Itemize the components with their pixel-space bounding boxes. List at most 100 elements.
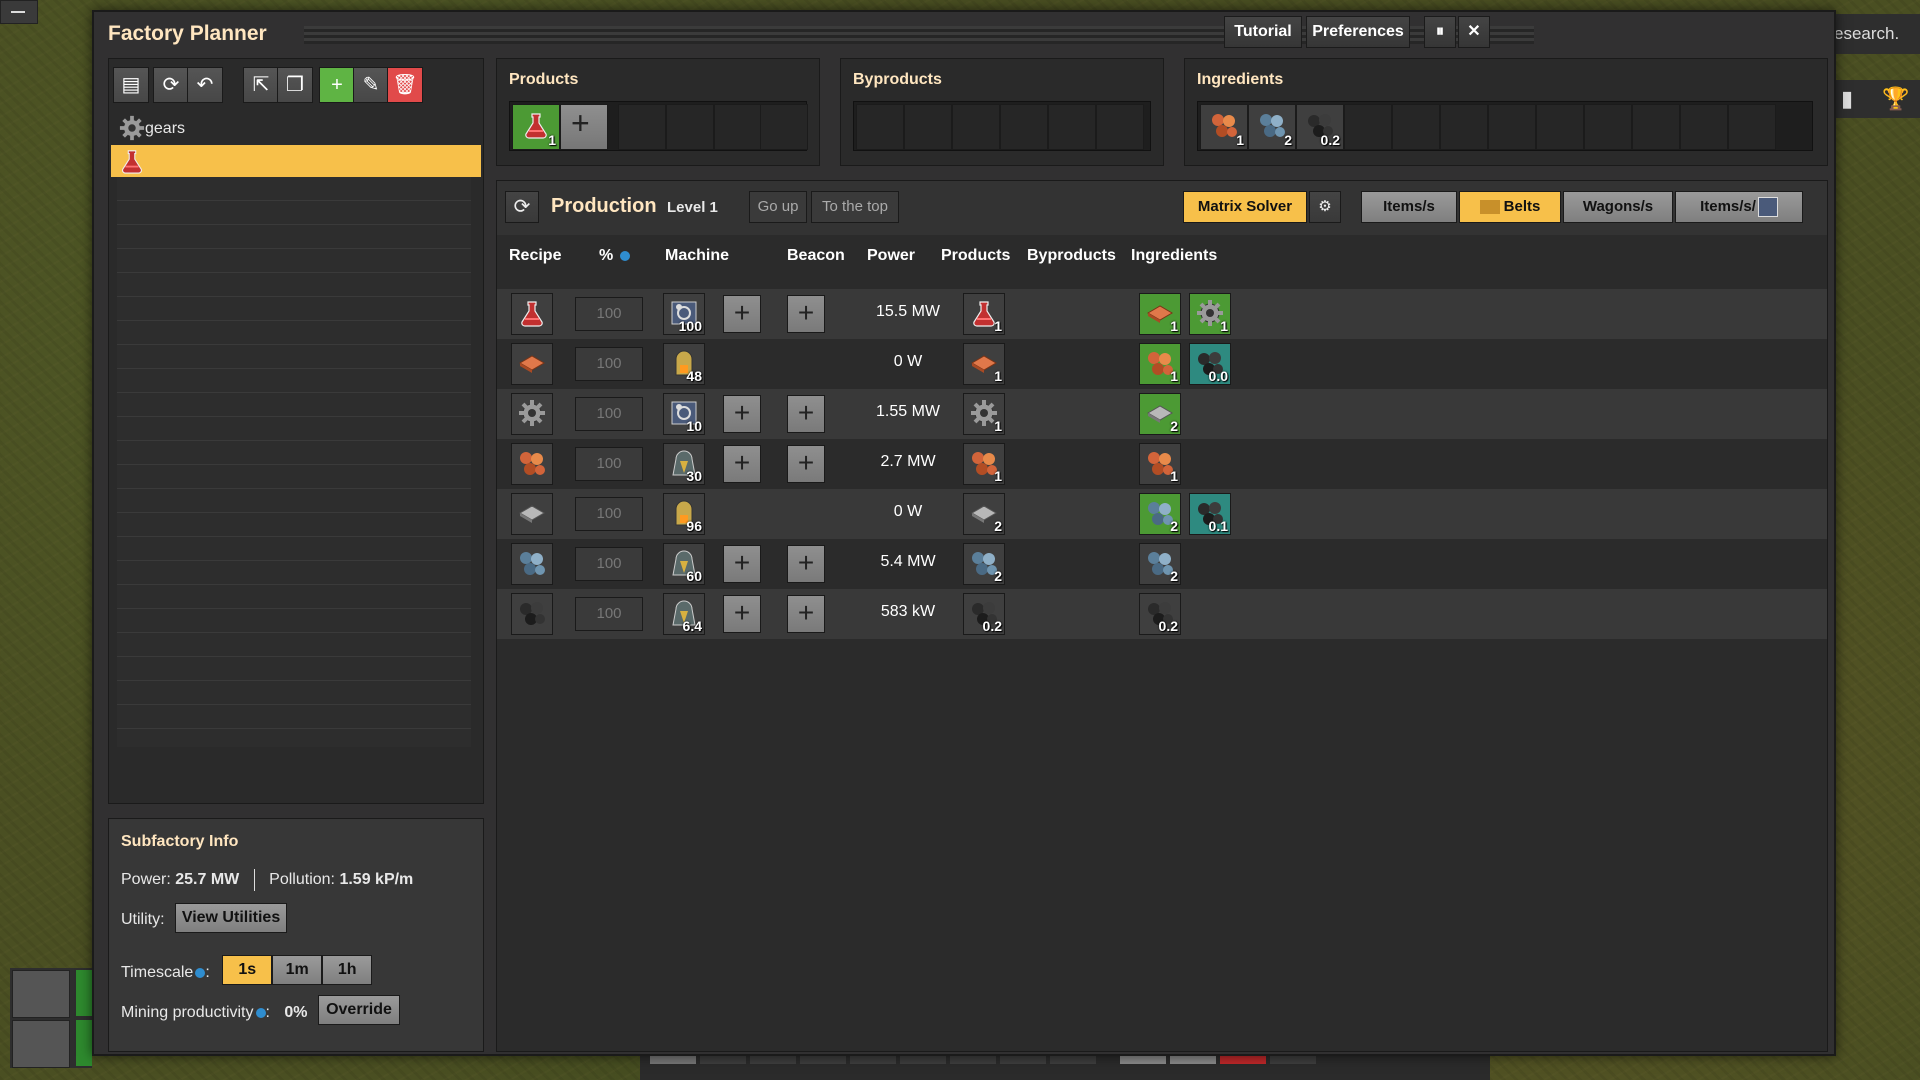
timescale-1s[interactable]: 1s bbox=[222, 955, 273, 985]
hotbar-slot[interactable] bbox=[950, 1056, 996, 1064]
add-module-button[interactable]: + bbox=[723, 595, 761, 633]
percent-input[interactable]: 100 bbox=[575, 347, 643, 381]
recipe-button[interactable] bbox=[511, 293, 553, 335]
ingredient-cell[interactable]: 0.2 bbox=[1139, 593, 1181, 635]
edit-icon[interactable]: ✎ bbox=[353, 67, 389, 103]
refresh-icon[interactable]: ⟳ bbox=[505, 191, 539, 223]
ingredient-cell[interactable]: 2 bbox=[1139, 393, 1181, 435]
machine-button[interactable]: 60 bbox=[663, 543, 705, 585]
hotbar-slot[interactable] bbox=[850, 1056, 896, 1064]
ingredient-cell[interactable]: 0.1 bbox=[1189, 493, 1231, 535]
product-slot[interactable]: 1 bbox=[512, 104, 560, 150]
machine-button[interactable]: 100 bbox=[663, 293, 705, 335]
delete-icon[interactable]: 🗑 bbox=[387, 67, 423, 103]
ingredient-cell[interactable]: 1 bbox=[1139, 343, 1181, 385]
product-cell[interactable]: 2 bbox=[963, 493, 1005, 535]
hotbar-slot[interactable] bbox=[1050, 1056, 1096, 1064]
percent-input[interactable]: 100 bbox=[575, 397, 643, 431]
matrix-solver-button[interactable]: Matrix Solver bbox=[1183, 191, 1307, 223]
machine-button[interactable]: 96 bbox=[663, 493, 705, 535]
product-cell[interactable]: 1 bbox=[963, 343, 1005, 385]
pause-button[interactable]: ⏸ bbox=[1424, 16, 1456, 48]
recipe-button[interactable] bbox=[511, 443, 553, 485]
info-icon[interactable] bbox=[255, 1007, 266, 1018]
product-cell[interactable]: 1 bbox=[963, 443, 1005, 485]
hotbar-slot[interactable] bbox=[1270, 1056, 1316, 1064]
override-button[interactable]: Override bbox=[317, 995, 400, 1025]
add-beacon-button[interactable]: + bbox=[787, 445, 825, 483]
hotbar-slot[interactable] bbox=[1220, 1056, 1266, 1064]
add-product-button[interactable]: + bbox=[560, 104, 608, 150]
percent-input[interactable]: 100 bbox=[575, 497, 643, 531]
view-items-per-machine-button[interactable]: Items/s/ bbox=[1675, 191, 1803, 223]
timescale-1h[interactable]: 1h bbox=[322, 955, 373, 985]
machine-button[interactable]: 48 bbox=[663, 343, 705, 385]
info-icon[interactable] bbox=[195, 967, 206, 978]
ingredient-slot[interactable]: 1 bbox=[1200, 104, 1248, 150]
add-module-button[interactable]: + bbox=[723, 395, 761, 433]
hotbar-slot[interactable] bbox=[1000, 1056, 1046, 1064]
device-icon[interactable]: ▮ bbox=[1834, 86, 1860, 112]
to-top-button[interactable]: To the top bbox=[811, 191, 899, 223]
timescale-1m[interactable]: 1m bbox=[272, 955, 323, 985]
tutorial-button[interactable]: Tutorial bbox=[1224, 16, 1302, 48]
armor-slot[interactable] bbox=[12, 1020, 70, 1068]
add-module-button[interactable]: + bbox=[723, 295, 761, 333]
window-titlebar[interactable]: Factory Planner Tutorial Preferences ⏸ ✕ bbox=[94, 12, 1834, 56]
trophy-icon[interactable]: 🏆 bbox=[1882, 86, 1909, 112]
solver-settings-icon[interactable]: ⚙ bbox=[1309, 191, 1341, 223]
recipe-button[interactable] bbox=[511, 393, 553, 435]
view-wagons-button[interactable]: Wagons/s bbox=[1563, 191, 1673, 223]
add-icon[interactable]: + bbox=[319, 67, 355, 103]
product-cell[interactable]: 0.2 bbox=[963, 593, 1005, 635]
machine-button[interactable]: 10 bbox=[663, 393, 705, 435]
product-cell[interactable]: 1 bbox=[963, 293, 1005, 335]
character-slot[interactable] bbox=[12, 970, 70, 1018]
add-module-button[interactable]: + bbox=[723, 545, 761, 583]
archive-icon[interactable]: ▤ bbox=[113, 67, 149, 103]
product-cell[interactable]: 1 bbox=[963, 393, 1005, 435]
ingredient-cell[interactable]: 0.0 bbox=[1189, 343, 1231, 385]
preferences-button[interactable]: Preferences bbox=[1306, 16, 1410, 48]
product-cell[interactable]: 2 bbox=[963, 543, 1005, 585]
add-beacon-button[interactable]: + bbox=[787, 595, 825, 633]
ingredient-slot[interactable]: 2 bbox=[1248, 104, 1296, 150]
research-panel[interactable]: esearch. bbox=[1830, 14, 1920, 54]
ingredient-cell[interactable]: 1 bbox=[1139, 443, 1181, 485]
info-icon[interactable] bbox=[619, 250, 630, 261]
go-up-button[interactable]: Go up bbox=[749, 191, 807, 223]
undo-icon[interactable]: ↶ bbox=[187, 67, 223, 103]
subfactory-item-gears[interactable]: gears bbox=[111, 113, 481, 145]
hotbar-slot[interactable] bbox=[900, 1056, 946, 1064]
recipe-button[interactable] bbox=[511, 593, 553, 635]
hotbar-slot[interactable] bbox=[750, 1056, 796, 1064]
view-belts-button[interactable]: Belts bbox=[1459, 191, 1561, 223]
ingredient-cell[interactable]: 1 bbox=[1189, 293, 1231, 335]
percent-input[interactable]: 100 bbox=[575, 547, 643, 581]
recipe-button[interactable] bbox=[511, 343, 553, 385]
recipe-button[interactable] bbox=[511, 493, 553, 535]
hotbar-slot[interactable] bbox=[800, 1056, 846, 1064]
percent-input[interactable]: 100 bbox=[575, 597, 643, 631]
export-icon[interactable]: ⇱ bbox=[243, 67, 279, 103]
hotbar-slot[interactable] bbox=[1120, 1056, 1166, 1064]
hotbar-slot[interactable] bbox=[700, 1056, 746, 1064]
recipe-button[interactable] bbox=[511, 543, 553, 585]
hotbar-slot[interactable] bbox=[650, 1056, 696, 1064]
add-module-button[interactable]: + bbox=[723, 445, 761, 483]
close-button[interactable]: ✕ bbox=[1458, 16, 1490, 48]
add-beacon-button[interactable]: + bbox=[787, 295, 825, 333]
add-beacon-button[interactable]: + bbox=[787, 545, 825, 583]
percent-input[interactable]: 100 bbox=[575, 447, 643, 481]
duplicate-icon[interactable]: ❐ bbox=[277, 67, 313, 103]
subfactory-item-selected[interactable] bbox=[111, 145, 481, 177]
hotbar-slot[interactable] bbox=[1170, 1056, 1216, 1064]
refresh-icon[interactable]: ⟳ bbox=[153, 67, 189, 103]
percent-input[interactable]: 100 bbox=[575, 297, 643, 331]
machine-button[interactable]: 30 bbox=[663, 443, 705, 485]
ingredient-cell[interactable]: 1 bbox=[1139, 293, 1181, 335]
game-menu-button[interactable] bbox=[0, 0, 38, 24]
view-items-button[interactable]: Items/s bbox=[1361, 191, 1457, 223]
view-utilities-button[interactable]: View Utilities bbox=[175, 903, 288, 933]
ingredient-slot[interactable]: 0.2 bbox=[1296, 104, 1344, 150]
